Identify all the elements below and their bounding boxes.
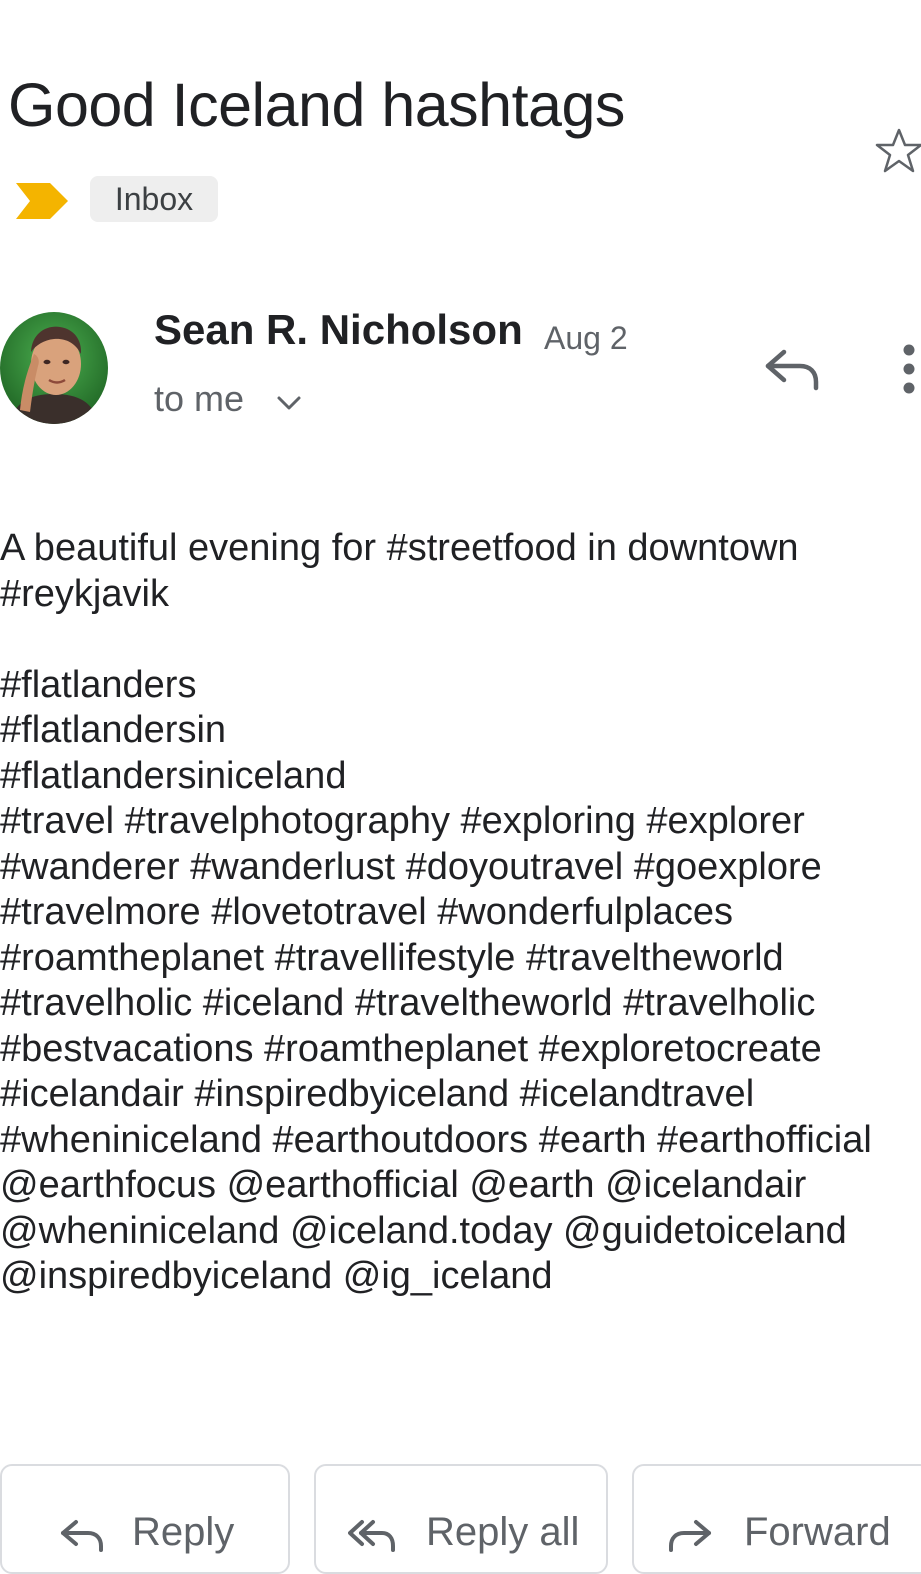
reply-all-button-label: Reply all — [426, 1510, 580, 1554]
body-line: #icelandair #inspiredbyiceland #icelandt… — [0, 1073, 755, 1115]
body-line: #travelmore #lovetotravel #wonderfulplac… — [0, 891, 733, 933]
body-line: #roamtheplanet #travellifestyle #travelt… — [0, 936, 784, 979]
body-line: @wheniniceland @iceland.today @guidetoic… — [0, 1209, 847, 1252]
reply-icon[interactable] — [762, 344, 822, 394]
body-line: #flatlandersiniceland — [0, 754, 347, 797]
importance-marker-icon[interactable] — [16, 183, 68, 219]
forward-icon — [669, 1520, 711, 1552]
inbox-label-chip[interactable]: Inbox — [90, 176, 218, 222]
email-date: Aug 2 — [544, 320, 628, 356]
body-line: @earthfocus @earthofficial @earth @icela… — [0, 1164, 807, 1206]
reply-button[interactable]: Reply — [0, 1464, 290, 1574]
body-line: #travel #travelphotography #exploring #e… — [0, 800, 805, 842]
more-vert-icon[interactable] — [896, 342, 921, 398]
body-line: #flatlandersin — [0, 709, 227, 751]
star-icon[interactable] — [874, 126, 921, 176]
body-line: #wanderer #wanderlust #doyoutravel #goex… — [0, 845, 822, 888]
email-body: A beautiful evening for #streetfood in d… — [0, 526, 921, 1300]
body-line: #bestvacations #roamtheplanet #exploreto… — [0, 1027, 822, 1070]
sender-name[interactable]: Sean R. Nicholson — [154, 306, 523, 354]
avatar-photo — [0, 312, 108, 424]
recipient-summary[interactable]: to me — [154, 378, 244, 420]
forward-button-label: Forward — [744, 1510, 891, 1554]
forward-button[interactable]: Forward — [632, 1464, 921, 1574]
reply-all-button[interactable]: Reply all — [314, 1464, 608, 1574]
reply-button-label: Reply — [132, 1510, 235, 1554]
body-line: #wheniniceland #earthoutdoors #earth #ea… — [0, 1118, 872, 1161]
body-line: #flatlanders — [0, 663, 197, 706]
body-line: @inspiredbyiceland @ig_iceland — [0, 1255, 553, 1297]
reply-icon — [61, 1520, 103, 1552]
body-line: #reykjavik — [0, 572, 169, 615]
reply-all-icon — [348, 1520, 395, 1552]
body-line: #travelholic #iceland #traveltheworld #t… — [0, 982, 816, 1024]
body-blank-line — [0, 617, 921, 663]
body-line: A beautiful evening for #streetfood in d… — [0, 527, 799, 569]
sender-avatar[interactable] — [0, 312, 108, 424]
chevron-down-icon[interactable] — [274, 388, 304, 418]
email-subject: Good Iceland hashtags — [8, 71, 625, 139]
